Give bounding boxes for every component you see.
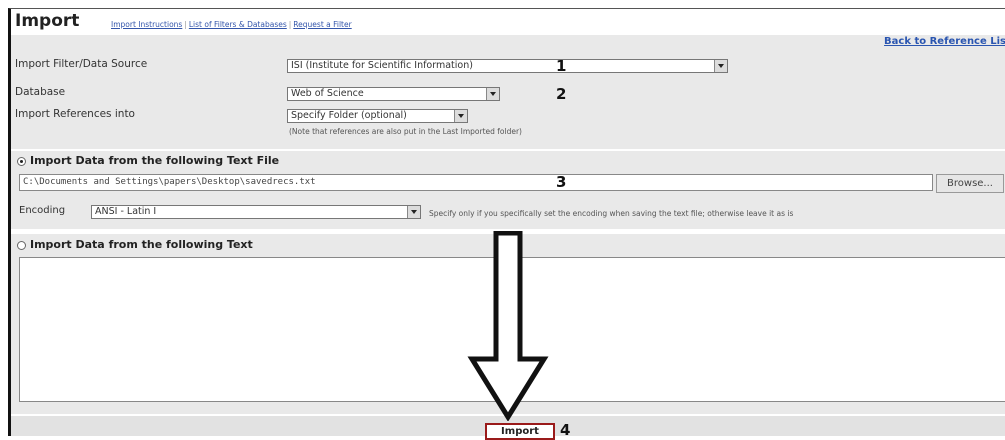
- down-arrow-icon: [467, 231, 549, 421]
- header: Import Import Instructions | List of Filte…: [11, 9, 1005, 33]
- import-into-label: Import References into: [15, 108, 135, 120]
- top-links: Import Instructions | List of Filters & Da…: [111, 20, 352, 29]
- folder-select-value: Specify Folder (optional): [291, 110, 407, 121]
- database-label: Database: [15, 86, 66, 98]
- filter-select-value: ISI (Institute for Scientific Informatio…: [291, 60, 473, 71]
- back-to-references-link[interactable]: Back to Reference Lis: [884, 36, 1005, 47]
- chevron-down-icon: [714, 60, 727, 72]
- step-number-2: 2: [556, 85, 567, 103]
- text-section-heading: Import Data from the following Text: [17, 238, 253, 251]
- filters-databases-link[interactable]: List of Filters & Databases: [189, 20, 287, 29]
- encoding-note: Specify only if you specifically set the…: [429, 209, 794, 218]
- text-section-heading-text: Import Data from the following Text: [30, 238, 253, 251]
- chevron-down-icon: [486, 88, 499, 100]
- request-filter-link[interactable]: Request a Filter: [293, 20, 351, 29]
- text-radio[interactable]: [17, 240, 26, 250]
- filter-label: Import Filter/Data Source: [15, 58, 148, 70]
- encoding-select-value: ANSI - Latin I: [95, 206, 157, 217]
- import-instructions-link[interactable]: Import Instructions: [111, 20, 182, 29]
- file-section-heading: Import Data from the following Text File: [17, 154, 279, 167]
- step-number-4: 4: [560, 421, 571, 439]
- step-number-1: 1: [556, 57, 567, 75]
- page-title: Import: [15, 11, 80, 31]
- database-select[interactable]: Web of Science: [287, 87, 500, 101]
- import-panel: Import Import Instructions | List of Filte…: [8, 8, 1005, 440]
- database-select-value: Web of Science: [291, 88, 364, 99]
- chevron-down-icon: [454, 110, 467, 122]
- file-section-heading-text: Import Data from the following Text File: [30, 154, 280, 167]
- import-into-note: (Note that references are also put in th…: [289, 127, 522, 136]
- filter-select[interactable]: ISI (Institute for Scientific Informatio…: [287, 59, 728, 73]
- step-number-3: 3: [556, 173, 567, 191]
- file-radio[interactable]: [17, 156, 26, 166]
- browse-button[interactable]: Browse...: [936, 174, 1004, 193]
- chevron-down-icon: [407, 206, 420, 218]
- import-button[interactable]: Import: [485, 423, 555, 440]
- encoding-label: Encoding: [19, 205, 66, 216]
- folder-select[interactable]: Specify Folder (optional): [287, 109, 468, 123]
- encoding-select[interactable]: ANSI - Latin I: [91, 205, 421, 219]
- file-path-input[interactable]: C:\Documents and Settings\papers\Desktop…: [19, 174, 933, 191]
